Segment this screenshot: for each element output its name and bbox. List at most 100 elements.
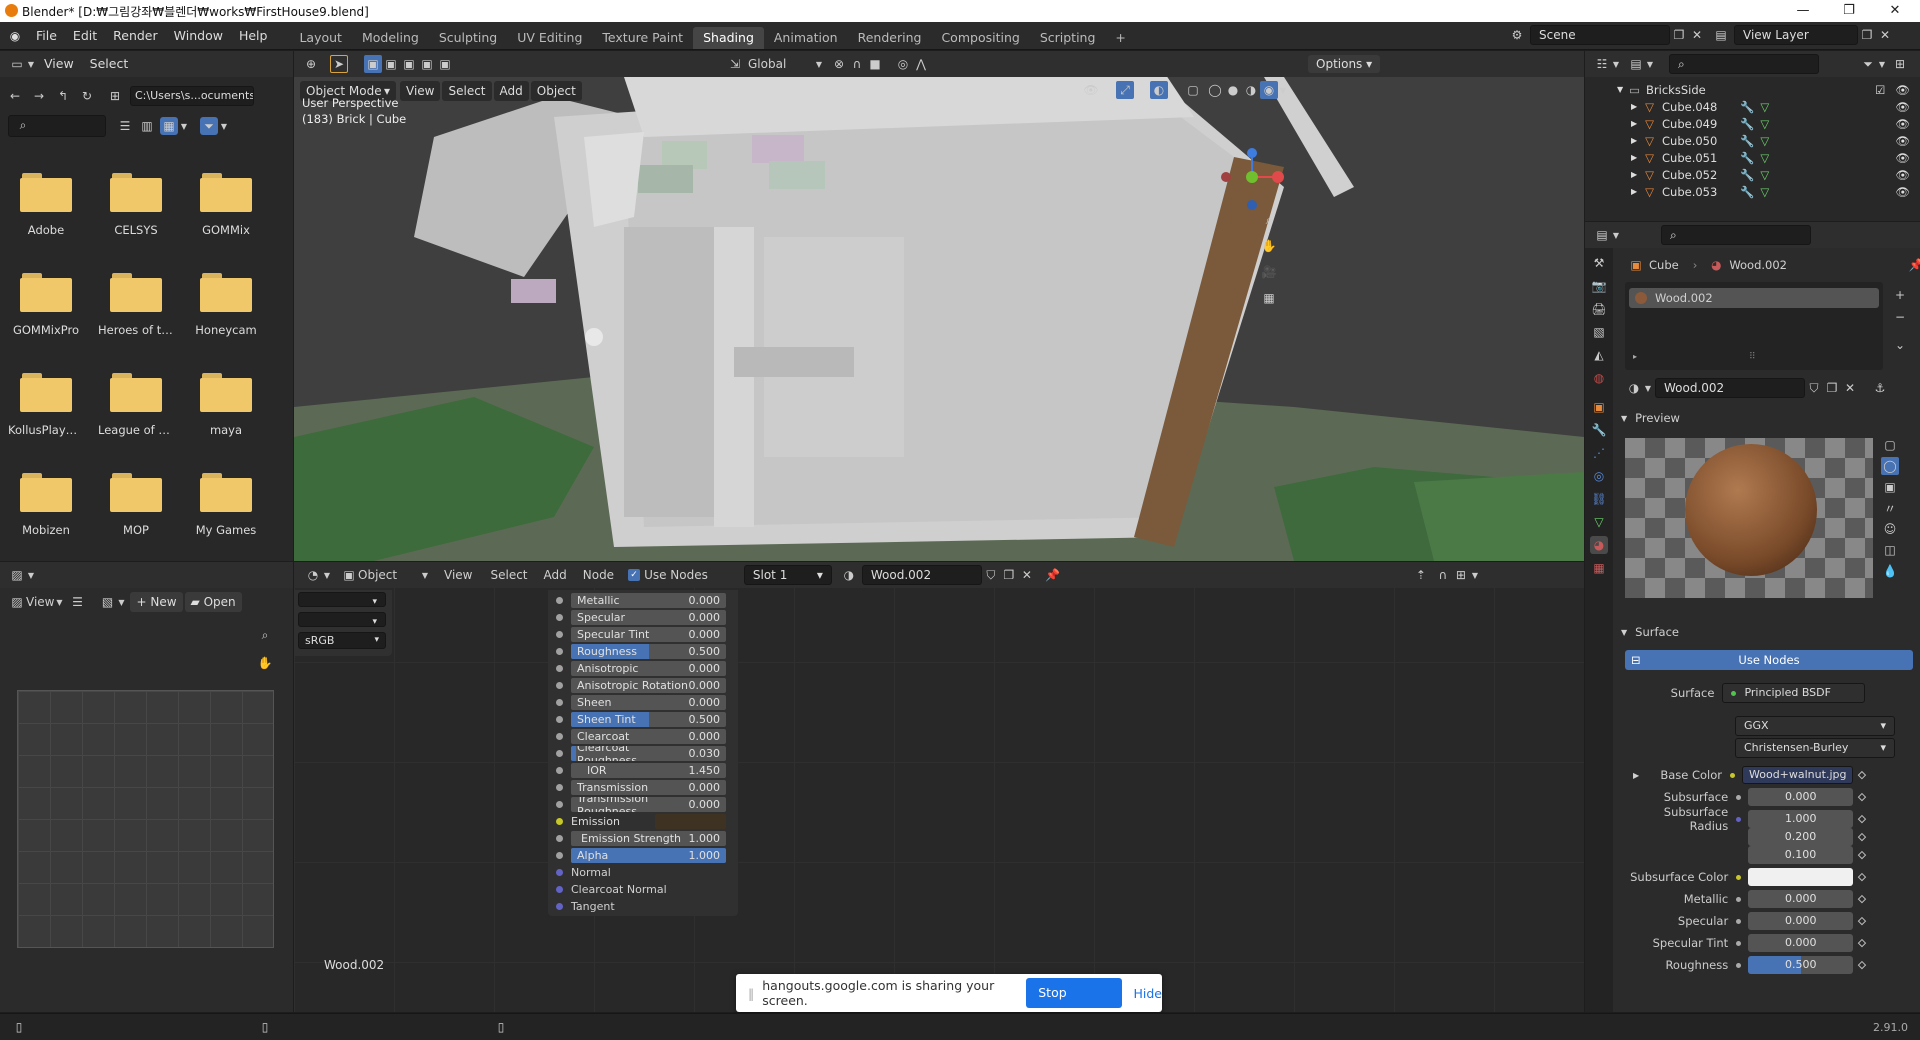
object-tab-icon[interactable]: ▣ — [1590, 398, 1608, 416]
property-value-field[interactable]: 1.000 — [1748, 810, 1854, 828]
view-layer-tab-icon[interactable]: ▧ — [1590, 323, 1608, 341]
node-menu-node[interactable]: Node — [583, 568, 614, 582]
socket-dot[interactable] — [556, 733, 563, 740]
keyframe-dot-icon[interactable] — [1857, 938, 1867, 948]
tab-rendering[interactable]: Rendering — [848, 27, 932, 49]
transform-orientation-icon[interactable]: ⇲ — [726, 55, 744, 73]
socket-value-field[interactable]: IOR 1.450 — [571, 763, 726, 778]
mesh-data-icon[interactable]: ▽ — [1760, 117, 1769, 131]
keyframe-dot-icon[interactable] — [1857, 872, 1867, 882]
socket-value-field[interactable]: Sheen Tint 0.500 — [571, 712, 726, 727]
solid-shading-icon[interactable]: ● — [1224, 81, 1242, 99]
hamburger-menu-icon[interactable]: ☰ — [68, 593, 86, 611]
menu-help[interactable]: Help — [231, 22, 276, 50]
zoom-icon[interactable]: ⌕ — [1260, 211, 1278, 229]
chevron-down-icon[interactable]: ▼ — [420, 566, 430, 584]
shader-type-dropdown[interactable]: Object — [358, 568, 420, 582]
chevron-down-icon[interactable]: ▼ — [1611, 226, 1621, 244]
parent-node-tree-icon[interactable]: ⇡ — [1412, 566, 1430, 584]
select-mode-invert-icon[interactable]: ▣ — [418, 55, 436, 73]
chevron-down-icon[interactable]: ▼ — [1645, 55, 1655, 73]
image-browse-icon[interactable]: ▧ — [98, 593, 116, 611]
wireframe-shading-icon[interactable]: ◯ — [1206, 81, 1224, 99]
camera-icon[interactable]: 🎥 — [1260, 263, 1278, 281]
pivot-icon[interactable]: ⊗ — [830, 55, 848, 73]
select-mode-extend-icon[interactable]: ▣ — [382, 55, 400, 73]
socket-value-field[interactable]: Roughness 0.500 — [571, 644, 726, 659]
modifier-icon[interactable]: 🔧 — [1740, 185, 1754, 199]
expand-arrow-icon[interactable]: ▶ — [1631, 170, 1637, 179]
pan-hand-icon[interactable]: ✋ — [256, 654, 274, 672]
keyframe-dot-icon[interactable] — [1857, 960, 1867, 970]
blender-menu-icon[interactable]: ◉ — [6, 27, 24, 45]
new-view-layer-icon[interactable]: ❐ — [1858, 26, 1876, 44]
material-slot-item[interactable]: Wood.002 — [1629, 288, 1879, 308]
mesh-data-icon[interactable]: ▽ — [1760, 168, 1769, 182]
socket-value-field[interactable]: Metallic 0.000 — [571, 593, 726, 608]
socket-dot[interactable] — [1736, 918, 1742, 924]
preview-plane-icon[interactable]: ▢ — [1881, 436, 1899, 454]
preview-cloth-icon[interactable]: ◫ — [1881, 541, 1899, 559]
stop-sharing-button[interactable]: Stop sharing — [1026, 978, 1122, 1030]
menu-file[interactable]: File — [28, 22, 65, 50]
thumbnails-icon[interactable]: ▦ — [160, 117, 178, 135]
emission-strength-row[interactable]: Emission Strength 1.000 — [556, 830, 726, 847]
use-nodes-checkbox[interactable]: ✓ — [628, 569, 641, 581]
chevron-down-icon[interactable]: ▼ — [116, 593, 126, 611]
folder-item[interactable]: GOMMix — [188, 163, 264, 253]
expand-arrow-icon[interactable]: ▼ — [1617, 85, 1623, 94]
tab-compositing[interactable]: Compositing — [931, 27, 1029, 49]
tab-animation[interactable]: Animation — [764, 27, 848, 49]
alpha-socket-row[interactable]: Alpha 1.000 — [556, 847, 726, 864]
bsdf-socket-row[interactable]: Metallic 0.000 — [556, 592, 726, 609]
bsdf-socket-row[interactable]: Anisotropic 0.000 — [556, 660, 726, 677]
delete-scene-icon[interactable]: ✕ — [1688, 26, 1706, 44]
close-button[interactable]: ✕ — [1872, 0, 1918, 22]
filter-icon[interactable]: ⏷ — [200, 117, 218, 135]
outliner-object-row[interactable]: ▶ ▽ Cube.050 🔧 ▽ 👁 — [1585, 132, 1920, 149]
constraints-tab-icon[interactable]: ⛓ — [1590, 490, 1608, 508]
vertical-list-icon[interactable]: ☰ — [116, 117, 134, 135]
menu-edit[interactable]: Edit — [65, 22, 105, 50]
editor-type-icon[interactable]: ☷ — [1593, 55, 1611, 73]
emission-strength-field[interactable]: Emission Strength 1.000 — [571, 831, 726, 846]
gizmo-icon[interactable]: ⤢ — [1116, 81, 1134, 99]
outliner-object-row[interactable]: ▶ ▽ Cube.048 🔧 ▽ 👁 — [1585, 98, 1920, 115]
texture-tab-icon[interactable]: ▦ — [1590, 559, 1608, 577]
socket-dot[interactable] — [1736, 816, 1742, 822]
socket-value-field[interactable]: Anisotropic Rotation 0.000 — [571, 678, 726, 693]
socket-value-field[interactable]: Specular Tint 0.000 — [571, 627, 726, 642]
physics-tab-icon[interactable]: ◎ — [1590, 467, 1608, 485]
socket-dot[interactable] — [556, 716, 563, 723]
resize-handle-icon[interactable]: ⠿ — [1749, 352, 1756, 362]
socket-dot[interactable] — [556, 767, 563, 774]
file-browser-menu-view[interactable]: View — [36, 51, 82, 77]
bsdf-socket-row[interactable]: Transmission 0.000 — [556, 779, 726, 796]
folder-item[interactable]: KollusPlayer3 — [8, 363, 84, 453]
socket-dot[interactable] — [556, 682, 563, 689]
socket-value-field[interactable]: Clearcoat 0.000 — [571, 729, 726, 744]
eye-icon[interactable]: 👁 — [1895, 151, 1910, 165]
fake-user-shield-icon[interactable]: ⛉ — [982, 566, 1000, 584]
pin-icon[interactable]: 📌 — [1044, 566, 1062, 584]
particles-tab-icon[interactable]: ⋰ — [1590, 444, 1608, 462]
socket-dot[interactable] — [556, 784, 563, 791]
chevron-down-icon[interactable]: ▼ — [1877, 55, 1887, 73]
zoom-icon[interactable]: ⌕ — [256, 626, 274, 644]
property-value-field[interactable]: 0.000 — [1748, 788, 1854, 806]
render-tab-icon[interactable]: 📷 — [1590, 277, 1608, 295]
preview-monkey-icon[interactable]: ☺ — [1881, 520, 1899, 538]
subsurface-color-swatch[interactable] — [1748, 868, 1854, 886]
node-menu-add[interactable]: Add — [544, 568, 567, 582]
options-dropdown[interactable]: Options ▾ — [1308, 55, 1381, 73]
image-texture-node[interactable]: ▾ ▾ sRGB ▾ — [294, 590, 392, 656]
socket-dot[interactable] — [556, 631, 563, 638]
editor-type-icon[interactable]: ⊕ — [302, 55, 320, 73]
chevron-down-icon[interactable]: ▼ — [1611, 55, 1621, 73]
outliner-object-row[interactable]: ▶ ▽ Cube.049 🔧 ▽ 👁 — [1585, 115, 1920, 132]
folder-item[interactable]: League of Leg... — [98, 363, 174, 453]
display-mode-icon[interactable]: ▤ — [1627, 55, 1645, 73]
socket-dot[interactable] — [1730, 772, 1735, 778]
socket-dot[interactable] — [556, 852, 563, 859]
select-mode-new-icon[interactable]: ▣ — [364, 55, 382, 73]
